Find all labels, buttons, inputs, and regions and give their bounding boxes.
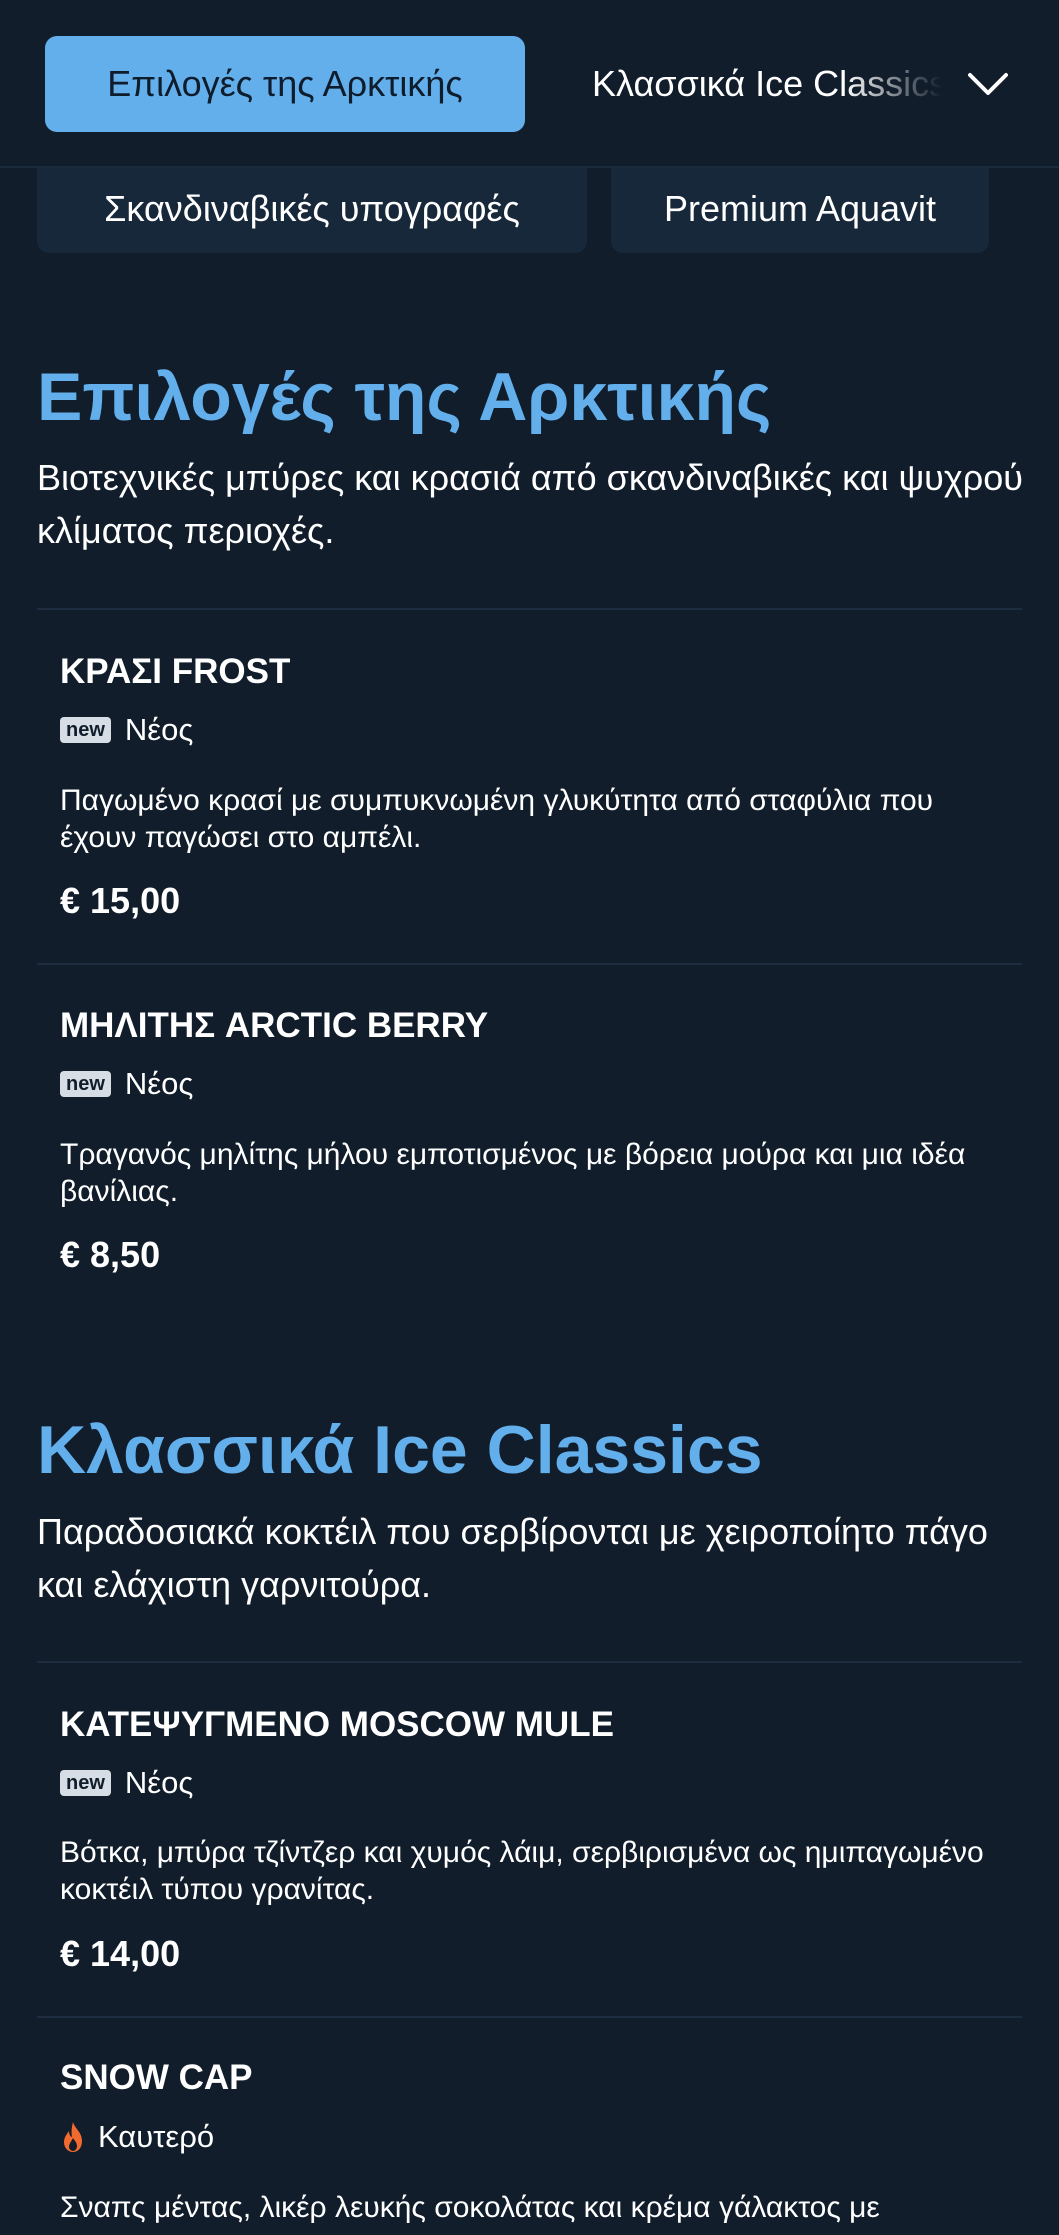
item-tag: new Νέος: [60, 712, 193, 748]
tag-label: Νέος: [124, 1066, 194, 1101]
section-title: Επιλογές της Αρκτικής: [37, 359, 772, 435]
item-description: Σναπς μέντας, λικέρ λευκής σοκολάτας και…: [60, 2191, 880, 2224]
chip-premium-aquavit[interactable]: Premium Aquavit: [611, 165, 989, 253]
item-name: ΚΑΤΕΨΥΓΜΕΝΟ MOSCOW MULE: [60, 1705, 614, 1744]
section-description: Παραδοσιακά κοκτέιλ που σερβίρονται με χ…: [37, 1511, 988, 1605]
section-title: Κλασσικά Ice Classics: [37, 1412, 763, 1488]
tag-label: Νέος: [124, 712, 194, 747]
item-tag: Καυτερό: [60, 2119, 214, 2155]
new-icon: new: [60, 717, 111, 743]
new-icon: new: [60, 1770, 111, 1796]
item-tag: new Νέος: [60, 1765, 193, 1801]
item-price: € 14,00: [60, 1933, 181, 1974]
chip-scandinavian-signatures[interactable]: Σκανδιναβικές υπογραφές: [37, 165, 587, 253]
flame-icon: [64, 2122, 82, 2152]
item-name: ΜΗΛΙΤΗΣ ARCTIC BERRY: [60, 1006, 489, 1045]
divider: [37, 1661, 1022, 1663]
item-name: SNOW CAP: [60, 2058, 253, 2097]
tab-ice-classics[interactable]: Κλασσικά Ice Classics: [592, 36, 942, 132]
divider: [37, 2016, 1022, 2018]
item-name: ΚΡΑΣΙ FROST: [60, 652, 291, 691]
section-description: Βιοτεχνικές μπύρες και κρασιά από σκανδι…: [37, 457, 1023, 551]
item-tag: new Νέος: [60, 1066, 193, 1102]
item-price: € 15,00: [60, 880, 181, 921]
item-description: Βότκα, μπύρα τζίντζερ και χυμός λάιμ, σε…: [60, 1836, 984, 1906]
tag-label: Καυτερό: [98, 2119, 215, 2154]
chevron-down-icon[interactable]: [962, 58, 1014, 110]
divider: [37, 608, 1022, 610]
item-price: € 8,50: [60, 1234, 161, 1275]
tag-label: Νέος: [124, 1765, 194, 1800]
tab-arctic-selections[interactable]: Επιλογές της Αρκτικής: [45, 36, 525, 132]
item-description: Τραγανός μηλίτης μήλου εμποτισμένος με β…: [60, 1138, 966, 1208]
new-icon: new: [60, 1071, 111, 1097]
category-nav: Επιλογές της Αρκτικής Κλασσικά Ice Class…: [0, 0, 1059, 168]
divider: [37, 963, 1022, 965]
item-description: Παγωμένο κρασί με συμπυκνωμένη γλυκύτητα…: [60, 784, 934, 854]
